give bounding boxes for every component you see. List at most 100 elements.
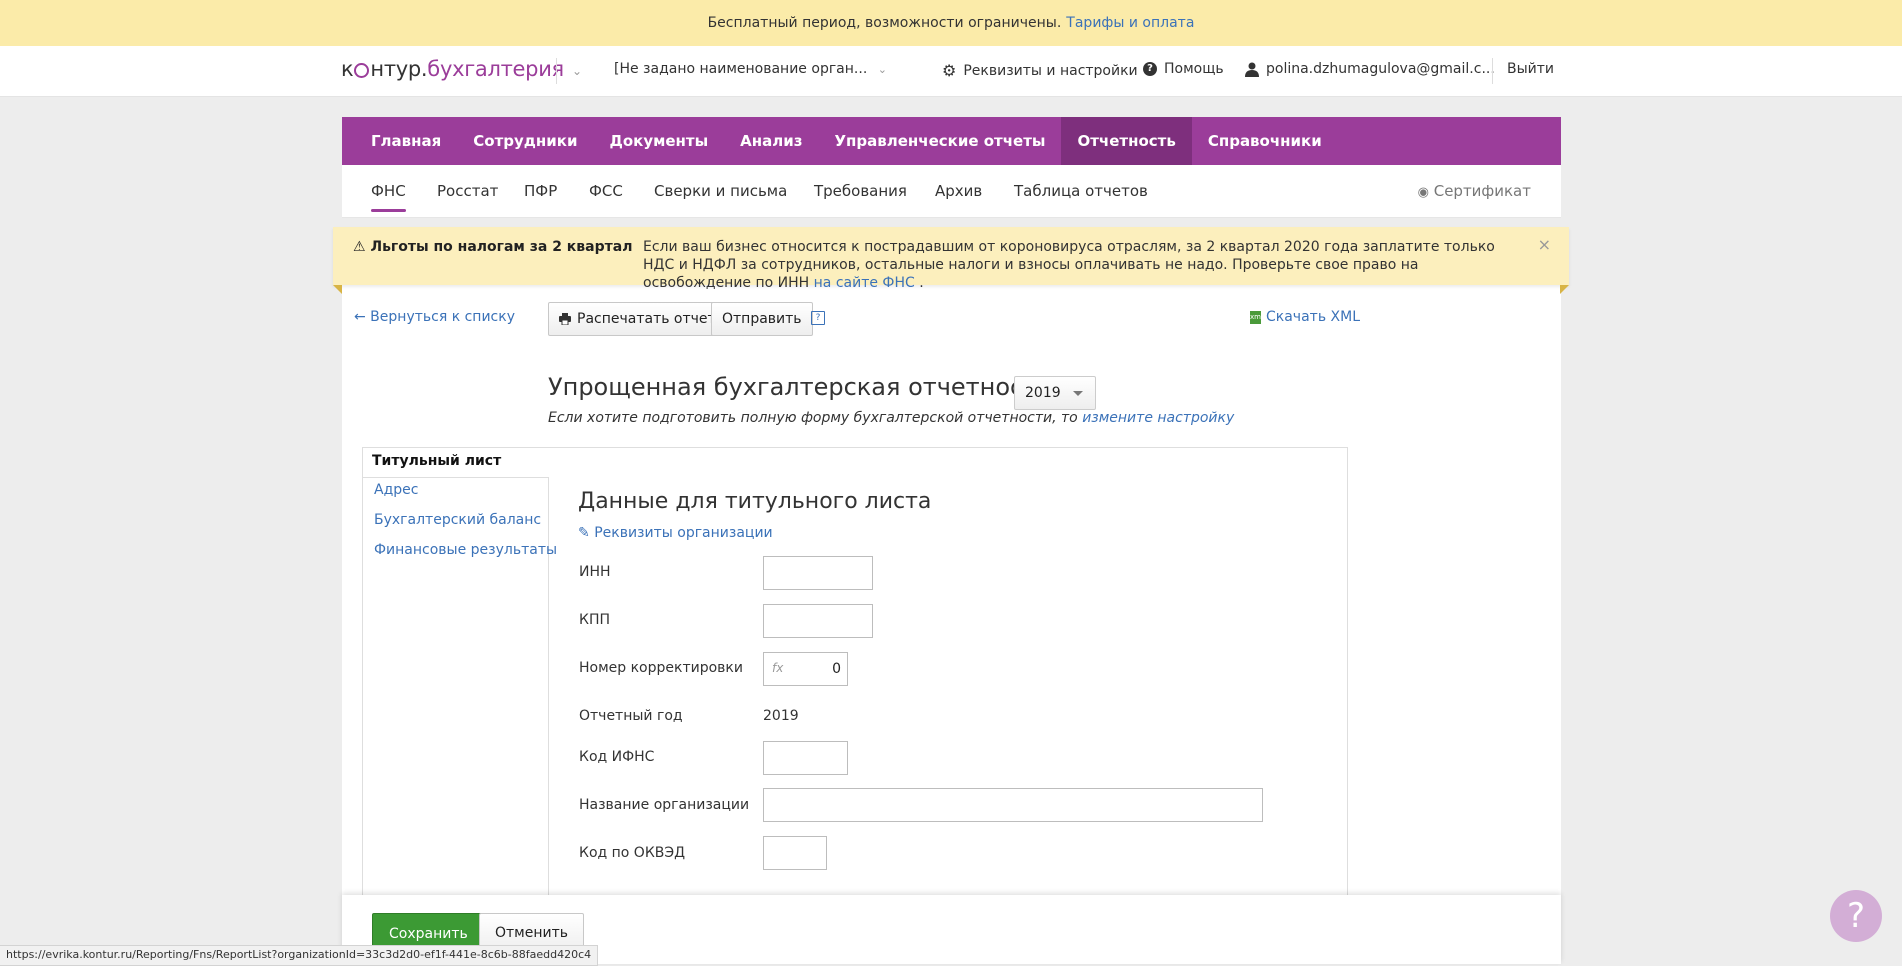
help-icon[interactable]: ?	[811, 311, 825, 325]
certificate-label: Сертификат	[1433, 182, 1531, 200]
hint-text: Если хотите подготовить полную форму бух…	[548, 410, 1078, 426]
subnav-rosstat[interactable]: Росстат	[437, 182, 498, 200]
change-settings-link[interactable]: измените настройку	[1082, 410, 1234, 426]
sidebar-item-balance[interactable]: Бухгалтерский баланс	[374, 512, 541, 528]
tax-benefits-banner: ⚠ Льготы по налогам за 2 квартал Если ва…	[333, 227, 1569, 291]
printer-icon	[559, 313, 571, 325]
logo-text-start: к	[341, 57, 354, 81]
inn-input[interactable]	[763, 556, 873, 590]
logo-text-mid: нтур.	[370, 57, 428, 81]
certificate-link[interactable]: ◉ Сертификат	[1418, 182, 1531, 200]
correction-value: 0	[832, 661, 841, 677]
print-label: Распечатать отчет	[577, 311, 716, 327]
header-divider	[556, 58, 557, 84]
subnav-fns[interactable]: ФНС	[371, 182, 406, 212]
sidebar-item-financial-results[interactable]: Финансовые результаты	[374, 542, 557, 558]
help-label: Помощь	[1164, 61, 1224, 77]
subnav-fss[interactable]: ФСС	[589, 182, 623, 200]
send-button[interactable]: Отправить	[711, 302, 813, 336]
form-title: Упрощенная бухгалтерская отчетность за	[548, 373, 1087, 401]
gear-icon: ⚙	[942, 61, 957, 80]
organization-name-input[interactable]	[763, 788, 1263, 822]
product-switch-chevron-icon[interactable]: ⌄	[572, 64, 582, 78]
settings-link[interactable]: ⚙ Реквизиты и настройки	[942, 61, 1138, 80]
inn-label: ИНН	[579, 564, 611, 580]
report-year-value: 2019	[763, 708, 799, 724]
subnav-requirements[interactable]: Требования	[814, 182, 907, 200]
nav-tab-analysis[interactable]: Анализ	[724, 117, 818, 165]
user-account[interactable]: polina.dzhumagulova@gmail.c...	[1245, 61, 1495, 77]
ifns-code-input[interactable]	[763, 741, 848, 775]
header-divider	[1492, 58, 1493, 84]
send-label: Отправить	[722, 311, 802, 327]
sidebar-item-address[interactable]: Адрес	[374, 482, 418, 498]
download-xml-label: Скачать XML	[1266, 309, 1360, 325]
nav-tab-management-reports[interactable]: Управленческие отчеты	[818, 117, 1061, 165]
kpp-input[interactable]	[763, 604, 873, 638]
nav-tab-main[interactable]: Главная	[342, 117, 457, 165]
okved-code-input[interactable]	[763, 836, 827, 870]
section-title: Данные для титульного листа	[578, 489, 932, 514]
report-year-label: Отчетный год	[579, 708, 683, 724]
print-report-button[interactable]: Распечатать отчет	[548, 302, 727, 336]
logout-link[interactable]: Выйти	[1507, 61, 1554, 77]
promo-bar: Бесплатный период, возможности ограничен…	[0, 0, 1902, 46]
organization-requisites-link[interactable]: ✎ Реквизиты организации	[578, 525, 773, 541]
nav-tab-employees[interactable]: Сотрудники	[457, 117, 593, 165]
back-to-list-link[interactable]: ← Вернуться к списку	[354, 309, 515, 325]
report-content: ← Вернуться к списку Распечатать отчет О…	[342, 285, 1561, 907]
kpp-label: КПП	[579, 612, 610, 628]
logout-label: Выйти	[1507, 61, 1555, 77]
browser-status-url: https://evrika.kontur.ru/Reporting/Fns/R…	[0, 945, 599, 966]
correction-number-input[interactable]: fx 0	[763, 652, 848, 686]
year-select[interactable]: 2019	[1014, 376, 1096, 410]
user-email: polina.dzhumagulova@gmail.c...	[1266, 61, 1495, 77]
pencil-icon: ✎	[578, 525, 590, 541]
help-link[interactable]: ? Помощь	[1143, 61, 1224, 77]
banner-fold-left	[333, 285, 342, 294]
subnav-reports-table[interactable]: Таблица отчетов	[1014, 182, 1148, 200]
form-hint: Если хотите подготовить полную форму бух…	[548, 410, 1234, 426]
sub-nav: ФНС Росстат ПФР ФСС Сверки и письма Треб…	[342, 165, 1561, 218]
banner-title-text: Льготы по налогам за 2 квартал	[370, 239, 633, 255]
fns-site-link[interactable]: на сайте ФНС	[814, 275, 915, 291]
nav-tab-directories[interactable]: Справочники	[1192, 117, 1338, 165]
chevron-down-icon: ⌄	[877, 63, 887, 76]
year-select-value: 2019	[1025, 385, 1061, 401]
xml-file-icon: xml	[1250, 310, 1263, 324]
kontur-logo[interactable]: к нтур.бухгалтерия	[341, 57, 564, 81]
subnav-archive[interactable]: Архив	[935, 182, 982, 200]
subnav-pfr[interactable]: ПФР	[524, 182, 557, 200]
banner-text: Если ваш бизнес относится к пострадавшим…	[643, 238, 1503, 292]
nav-tab-reporting[interactable]: Отчетность	[1061, 117, 1192, 165]
close-icon[interactable]: ×	[1538, 235, 1551, 254]
settings-label: Реквизиты и настройки	[963, 62, 1138, 79]
organization-selector[interactable]: [Не задано наименование орган... ⌄	[614, 61, 887, 77]
caret-down-icon	[1073, 391, 1083, 396]
organization-name: [Не задано наименование орган...	[614, 61, 868, 77]
nav-tab-documents[interactable]: Документы	[593, 117, 724, 165]
banner-fold-right	[1560, 285, 1569, 294]
download-xml-link[interactable]: xml Скачать XML	[1250, 309, 1360, 325]
top-header: к нтур.бухгалтерия ⌄ [Не задано наименова…	[0, 46, 1902, 97]
support-question-icon[interactable]: ?	[1830, 890, 1882, 942]
okved-code-label: Код по ОКВЭД	[579, 845, 686, 861]
banner-title: ⚠ Льготы по налогам за 2 квартал	[353, 239, 632, 255]
logo-text-accent: бухгалтерия	[427, 57, 564, 81]
sidebar-item-title-page[interactable]: Титульный лист	[362, 447, 548, 477]
main-nav: Главная Сотрудники Документы Анализ Упра…	[342, 117, 1561, 165]
question-circle-icon: ?	[1143, 62, 1157, 76]
promo-text: Бесплатный период, возможности ограничен…	[707, 15, 1062, 31]
certificate-icon: ◉	[1417, 185, 1429, 200]
organization-name-label: Название организации	[579, 797, 750, 813]
subnav-reconciliations[interactable]: Сверки и письма	[654, 182, 787, 200]
banner-body: Если ваш бизнес относится к пострадавшим…	[643, 239, 1495, 291]
logo-cloud-icon	[354, 63, 370, 78]
tariffs-link[interactable]: Тарифы и оплата	[1066, 15, 1194, 31]
ifns-code-label: Код ИФНС	[579, 749, 655, 765]
formula-icon: fx	[772, 661, 784, 675]
warning-icon: ⚠	[353, 239, 366, 255]
sidebar-divider	[362, 477, 548, 478]
user-icon	[1245, 62, 1259, 77]
correction-label: Номер корректировки	[579, 660, 743, 676]
